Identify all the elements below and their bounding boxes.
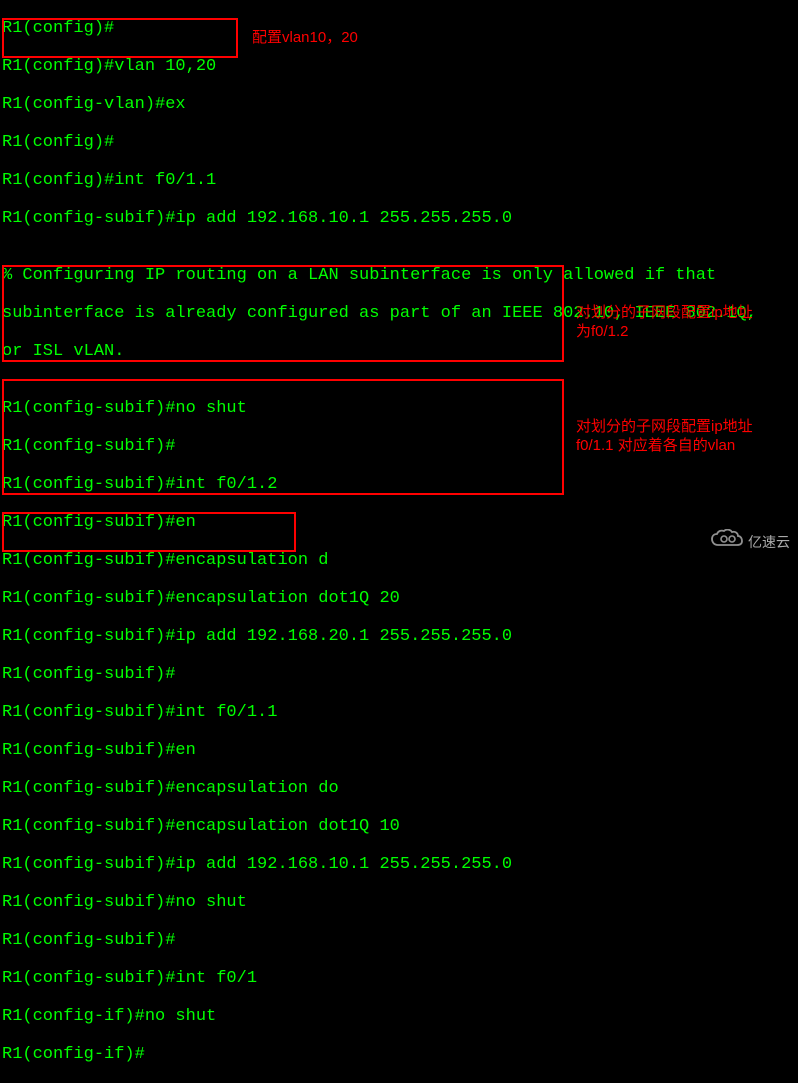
- term-line: R1(config-subif)#ip add 192.168.10.1 255…: [2, 855, 796, 874]
- term-line: R1(config-subif)#: [2, 931, 796, 950]
- term-line: R1(config-subif)#encapsulation dot1Q 20: [2, 589, 796, 608]
- term-line: R1(config-subif)#ip add 192.168.10.1 255…: [2, 209, 796, 228]
- term-line: R1(config)#: [2, 133, 796, 152]
- term-line: R1(config-subif)#no shut: [2, 399, 796, 418]
- term-line: R1(config-subif)#en: [2, 513, 796, 532]
- term-line: R1(config-subif)#int f0/1.1: [2, 703, 796, 722]
- watermark: 亿速云: [710, 529, 790, 555]
- term-line: % Configuring IP routing on a LAN subint…: [2, 266, 796, 285]
- term-line: R1(config-subif)#ip add 192.168.20.1 255…: [2, 627, 796, 646]
- annotation-subnet-1: 对划分的子网段配置ip地址 f0/1.1 对应着各自的vlan: [576, 417, 753, 455]
- term-line: R1(config-vlan)#ex: [2, 95, 796, 114]
- watermark-text: 亿速云: [748, 533, 790, 552]
- term-line: R1(config-subif)#: [2, 665, 796, 684]
- term-line: R1(config)#int f0/1.1: [2, 171, 796, 190]
- annotation-line: 对划分的子网段配置ip地址: [576, 303, 753, 322]
- cloud-icon: [710, 529, 744, 555]
- annotation-subnet-2: 对划分的子网段配置ip地址 为f0/1.2: [576, 303, 753, 341]
- term-line: R1(config-subif)#en: [2, 741, 796, 760]
- term-line: R1(config-if)#: [2, 1045, 796, 1064]
- term-line: R1(config)#: [2, 19, 796, 38]
- term-line: R1(config-subif)#encapsulation dot1Q 10: [2, 817, 796, 836]
- term-line: R1(config-if)#no shut: [2, 1007, 796, 1026]
- annotation-line: 对划分的子网段配置ip地址: [576, 417, 753, 436]
- term-line: R1(config-subif)#int f0/1.2: [2, 475, 796, 494]
- term-line: R1(config)#vlan 10,20: [2, 57, 796, 76]
- term-line: R1(config-subif)#no shut: [2, 893, 796, 912]
- terminal-output[interactable]: R1(config)# R1(config)#vlan 10,20 R1(con…: [0, 0, 798, 1083]
- term-line: or ISL vLAN.: [2, 342, 796, 361]
- annotation-line: f0/1.1 对应着各自的vlan: [576, 436, 753, 455]
- term-line: R1(config-subif)#int f0/1: [2, 969, 796, 988]
- annotation-vlan: 配置vlan10，20: [252, 28, 358, 47]
- term-line: R1(config-subif)#encapsulation do: [2, 779, 796, 798]
- annotation-line: 为f0/1.2: [576, 322, 753, 341]
